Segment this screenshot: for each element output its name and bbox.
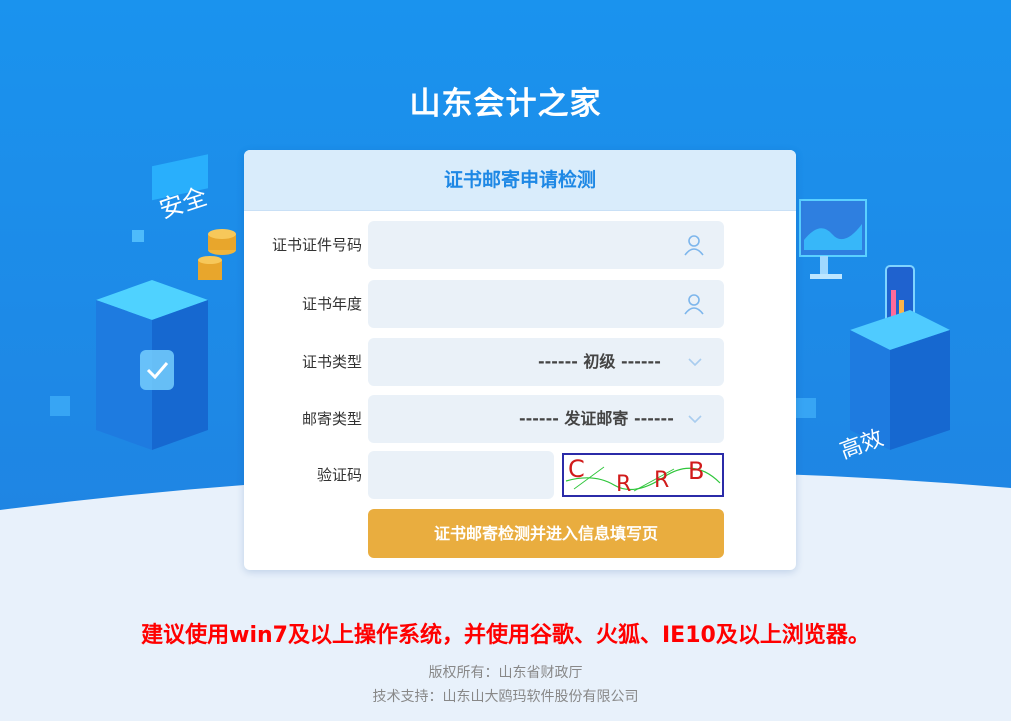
certificate-type-value: ------ 初级 ------ [538,352,661,371]
mailing-type-label: 邮寄类型 [301,410,362,428]
submit-button[interactable]: 证书邮寄检测并进入信息填写页 [368,509,724,558]
copyright-text: 版权所有：山东省财政厅 [428,665,583,681]
certificate-type-select[interactable]: ------ 初级 ------ [368,338,724,386]
certificate-id-input[interactable] [368,221,724,269]
certificate-id-row: 证书证件号码 [244,221,796,269]
left-isometric-illustration: 安全 [50,154,236,450]
application-check-form: 证书邮寄申请检测 证书证件号码 证书年度 证书类型 ------ 初级 ----… [244,150,796,570]
captcha-char-4: B [688,457,704,485]
certificate-id-label: 证书证件号码 [271,236,362,254]
certificate-year-label: 证书年度 [301,295,362,313]
chevron-down-icon [688,415,702,424]
captcha-char-2: R [616,472,631,497]
efficiency-tag: 高效 [837,426,887,465]
browser-notice: 建议使用win7及以上操作系统，并使用谷歌、火狐、IE10及以上浏览器。 [141,623,870,648]
captcha-char-1: C [568,455,585,483]
captcha-input[interactable] [368,451,554,499]
mailing-type-row: 邮寄类型 ------ 发证邮寄 ------ [244,395,796,443]
tech-support-text: 技术支持：山东山大鸥玛软件股份有限公司 [372,689,639,705]
chevron-down-icon [688,358,702,367]
user-icon [684,294,704,315]
site-title: 山东会计之家 [409,86,602,122]
mailing-type-value: ------ 发证邮寄 ------ [519,409,674,428]
form-title: 证书邮寄申请检测 [244,150,796,211]
captcha-image[interactable]: C R R B [562,453,724,497]
certificate-type-label: 证书类型 [301,353,362,371]
certificate-year-input[interactable] [368,280,724,328]
captcha-row: 验证码 C R R B [244,451,796,499]
mailing-type-select[interactable]: ------ 发证邮寄 ------ [368,395,724,443]
captcha-char-3: R [654,468,669,493]
captcha-label: 验证码 [316,466,362,484]
right-isometric-illustration: 高效 [796,199,950,465]
certificate-type-row: 证书类型 ------ 初级 ------ [244,338,796,386]
user-icon [684,235,704,256]
certificate-year-row: 证书年度 [244,280,796,328]
